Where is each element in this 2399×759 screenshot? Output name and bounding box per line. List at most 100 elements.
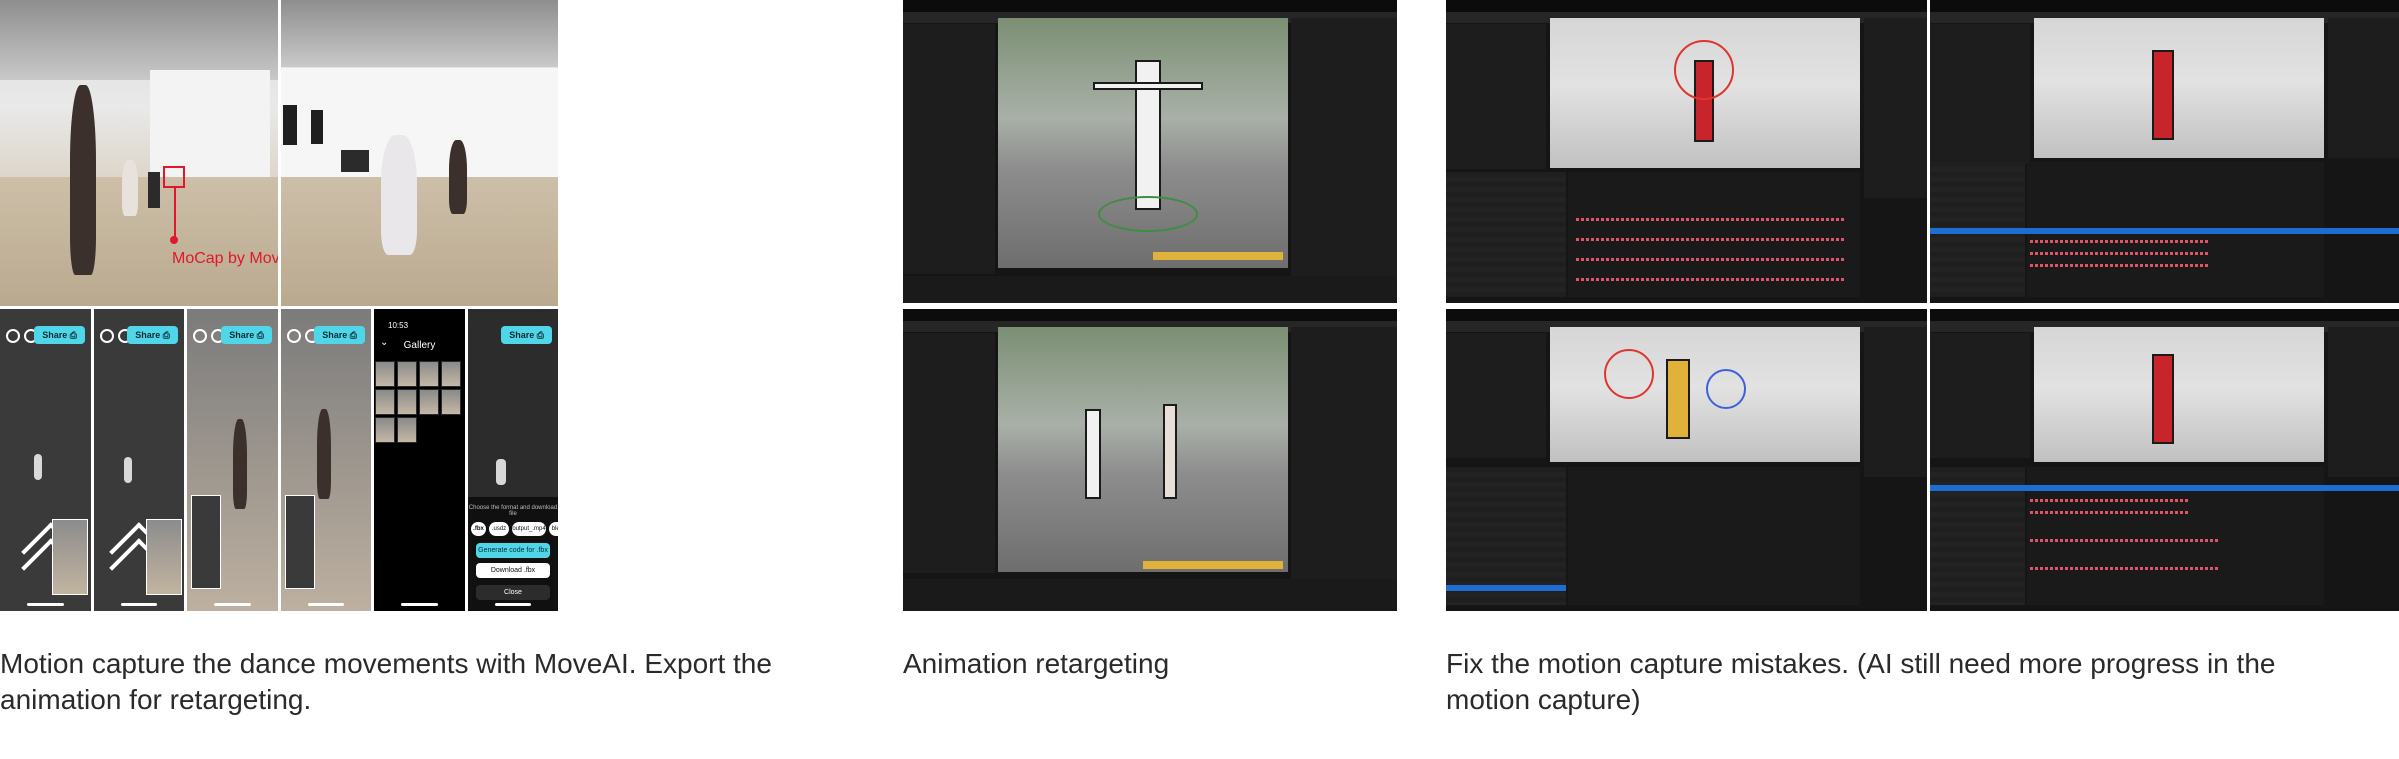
export-screen: Share ⎙ Choose the format and download f… bbox=[468, 309, 558, 611]
keyframe-row[interactable] bbox=[2030, 539, 2220, 542]
chair bbox=[341, 150, 369, 172]
outliner-panel[interactable] bbox=[1864, 327, 1927, 477]
hierarchy-panel[interactable] bbox=[903, 333, 995, 573]
generate-code-button[interactable]: Generate code for .fbx bbox=[476, 543, 550, 558]
gallery-thumbnail[interactable] bbox=[441, 361, 461, 387]
dancer bbox=[449, 140, 467, 214]
format-blend[interactable]: blend bbox=[549, 522, 558, 536]
keyframe-row[interactable] bbox=[1576, 238, 1846, 241]
format-mp4[interactable]: output_.mp4 bbox=[512, 522, 546, 536]
home-indicator bbox=[214, 603, 251, 606]
gallery-thumbnail[interactable] bbox=[375, 389, 395, 415]
status-time: 10:53 bbox=[388, 321, 409, 330]
mocap-phone-marker bbox=[163, 166, 185, 188]
gallery-thumbnail[interactable] bbox=[397, 389, 417, 415]
viewport[interactable] bbox=[2034, 18, 2324, 158]
video-preview[interactable] bbox=[146, 519, 182, 595]
keyframe-row[interactable] bbox=[1576, 258, 1846, 261]
app-screen-3: Share ⎙ bbox=[187, 309, 278, 611]
video-preview[interactable] bbox=[52, 519, 88, 595]
details-panel[interactable] bbox=[1930, 24, 2030, 164]
chevron-down-icon[interactable] bbox=[193, 329, 207, 343]
title-bar bbox=[903, 0, 1397, 12]
output-log bbox=[903, 579, 1397, 611]
retarget-editor-bottom bbox=[903, 309, 1397, 611]
title-bar bbox=[903, 309, 1397, 321]
outliner-panel[interactable] bbox=[2328, 327, 2399, 477]
hierarchy-panel[interactable] bbox=[903, 24, 995, 274]
mocap-pointer-dot bbox=[170, 236, 178, 244]
selected-track[interactable] bbox=[1930, 228, 2399, 234]
details-panel[interactable] bbox=[1930, 333, 2030, 458]
floor bbox=[281, 177, 558, 306]
viewport[interactable] bbox=[1550, 327, 1860, 462]
share-button[interactable]: Share ⎙ bbox=[314, 326, 365, 344]
robot-mannequin bbox=[1085, 409, 1101, 499]
gallery-thumbnail[interactable] bbox=[441, 389, 461, 415]
gallery-thumbnail[interactable] bbox=[419, 389, 439, 415]
dancer bbox=[317, 409, 331, 499]
selected-track[interactable] bbox=[1930, 485, 2399, 491]
share-button[interactable]: Share ⎙ bbox=[127, 326, 178, 344]
avatar-figure bbox=[34, 454, 42, 480]
home-indicator bbox=[27, 603, 64, 606]
track-list[interactable] bbox=[1446, 172, 1566, 297]
close-button[interactable]: Close bbox=[476, 585, 550, 600]
format-usdz[interactable]: .usdz bbox=[489, 522, 509, 536]
details-panel[interactable] bbox=[1446, 24, 1546, 169]
selected-track[interactable] bbox=[1446, 585, 1566, 591]
keyframe-row[interactable] bbox=[2030, 252, 2210, 255]
chevron-down-icon[interactable] bbox=[6, 329, 20, 343]
speaker bbox=[311, 110, 323, 144]
chevron-down-icon[interactable] bbox=[100, 329, 114, 343]
seated-person bbox=[381, 135, 417, 255]
gallery-thumbnail[interactable] bbox=[419, 361, 439, 387]
studio-photo-left: MoCap by MoveAI bbox=[0, 0, 278, 306]
share-button[interactable]: Share ⎙ bbox=[34, 326, 85, 344]
home-indicator bbox=[308, 603, 344, 606]
keyframe-row[interactable] bbox=[2030, 499, 2190, 502]
keyframe-row[interactable] bbox=[2030, 240, 2210, 243]
share-button[interactable]: Share ⎙ bbox=[501, 326, 552, 344]
dancer-character bbox=[2152, 354, 2174, 444]
gallery-thumbnail[interactable] bbox=[375, 417, 395, 443]
keyframe-row[interactable] bbox=[1576, 278, 1846, 281]
keyframe-row[interactable] bbox=[2030, 567, 2220, 570]
floor bbox=[0, 177, 278, 306]
robot-arms bbox=[1093, 82, 1203, 90]
keyframe-row[interactable] bbox=[1576, 218, 1846, 221]
sequencer-bottom-right bbox=[1930, 309, 2399, 611]
viewport[interactable] bbox=[2034, 327, 2324, 462]
details-panel[interactable] bbox=[1291, 18, 1397, 278]
app-screen-1: Share ⎙ bbox=[0, 309, 91, 611]
caption-fix-mistakes: Fix the motion capture mistakes. (AI sti… bbox=[1446, 648, 2276, 715]
share-button[interactable]: Share ⎙ bbox=[221, 326, 272, 344]
title-bar bbox=[1446, 309, 1927, 321]
outliner-panel[interactable] bbox=[1864, 18, 1927, 198]
sequencer-top-right bbox=[1930, 0, 2399, 303]
chevron-down-icon[interactable] bbox=[287, 329, 301, 343]
warning-bar bbox=[1143, 561, 1283, 569]
title-bar bbox=[1930, 309, 2399, 321]
speaker bbox=[283, 105, 297, 145]
details-panel[interactable] bbox=[1446, 333, 1546, 458]
outliner-panel[interactable] bbox=[2328, 18, 2399, 158]
download-button[interactable]: Download .fbx bbox=[476, 563, 550, 578]
avatar-preview[interactable] bbox=[191, 495, 221, 589]
details-panel[interactable] bbox=[1291, 327, 1397, 587]
keyframe-row[interactable] bbox=[2030, 264, 2210, 267]
viewport[interactable] bbox=[998, 327, 1288, 572]
gallery-thumbnail[interactable] bbox=[397, 361, 417, 387]
gallery-screen: 10:53 ⌄ Gallery bbox=[374, 309, 465, 611]
seated-person bbox=[122, 160, 138, 216]
sequencer-timeline[interactable] bbox=[1568, 467, 1860, 605]
caption-motion-capture: Motion capture the dance movements with … bbox=[0, 648, 772, 715]
gallery-thumbnail[interactable] bbox=[375, 361, 395, 387]
keyframe-row[interactable] bbox=[2030, 511, 2190, 514]
format-fbx[interactable]: .fbx bbox=[471, 522, 486, 536]
avatar-preview[interactable] bbox=[285, 495, 315, 589]
home-indicator bbox=[121, 603, 157, 606]
home-indicator bbox=[401, 603, 438, 606]
gallery-thumbnail[interactable] bbox=[397, 417, 417, 443]
control-ring bbox=[1674, 40, 1734, 100]
